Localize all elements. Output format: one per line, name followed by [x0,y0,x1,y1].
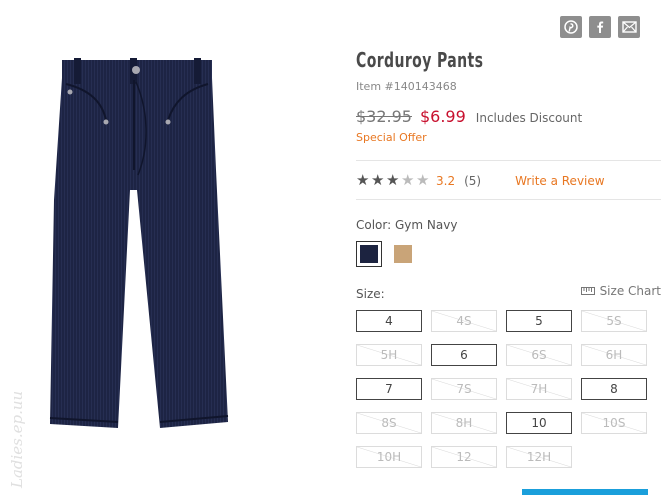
divider [356,160,661,161]
size-option-10s[interactable]: 10S [581,412,647,434]
size-option-10h[interactable]: 10H [356,446,422,468]
size-option-8h[interactable]: 8H [431,412,497,434]
star-icon: ★ [371,171,385,189]
ruler-icon [580,287,595,295]
size-label: Size: [356,287,385,301]
rating-value[interactable]: 3.2 [436,174,455,188]
watermark: Ladies.ep.uu [8,390,26,488]
size-option-8[interactable]: 8 [581,378,647,400]
color-swatch[interactable] [390,241,416,267]
star-icon: ★ [356,171,370,189]
pinterest-icon[interactable] [560,16,582,38]
size-option-5[interactable]: 5 [506,310,572,332]
size-option-8s[interactable]: 8S [356,412,422,434]
add-to-bag-button[interactable] [522,489,648,495]
review-count: (5) [464,173,482,188]
discount-note: Includes Discount [475,111,583,125]
size-chart-link[interactable]: Size Chart [580,284,661,298]
size-grid: 4 4S 5 5S 5H 6 6S 6H 7 7S 7H 8 8S 8H 10 10S 10H 12 12H [356,310,647,468]
rating-row: ★ ★ ★ ★ ★ 3.2 (5) Write a Review [356,173,605,188]
size-option-7s[interactable]: 7S [431,378,497,400]
size-option-4[interactable]: 4 [356,310,422,332]
color-swatches [356,241,416,267]
product-title: Corduroy Pants [347,48,519,79]
size-option-10[interactable]: 10 [506,412,572,434]
color-swatch[interactable] [356,241,382,267]
size-option-5s[interactable]: 5S [581,310,647,332]
rating-stars[interactable]: ★ ★ ★ ★ ★ [356,173,431,188]
price-row: $32.95 $6.99 Includes Discount [356,107,582,126]
size-option-12h[interactable]: 12H [506,446,572,468]
color-label: Color: Gym Navy [356,218,458,232]
write-review-link[interactable]: Write a Review [515,174,604,188]
size-option-6[interactable]: 6 [431,344,497,366]
special-offer-link[interactable]: Special Offer [356,131,427,144]
divider [356,199,661,200]
size-option-7[interactable]: 7 [356,378,422,400]
original-price: $32.95 [356,107,412,126]
size-option-7h[interactable]: 7H [506,378,572,400]
facebook-icon[interactable] [589,16,611,38]
share-bar [560,16,640,38]
sale-price: $6.99 [419,107,466,126]
size-option-5h[interactable]: 5H [356,344,422,366]
size-option-12[interactable]: 12 [431,446,497,468]
product-image[interactable] [40,50,230,440]
size-chart-label: Size Chart [599,284,661,298]
star-icon: ★ [401,171,415,189]
size-option-6s[interactable]: 6S [506,344,572,366]
star-icon: ★ [416,171,430,189]
email-icon[interactable] [618,16,640,38]
item-number: Item #140143468 [356,80,457,93]
star-icon: ★ [386,171,400,189]
size-option-4s[interactable]: 4S [431,310,497,332]
size-option-6h[interactable]: 6H [581,344,647,366]
